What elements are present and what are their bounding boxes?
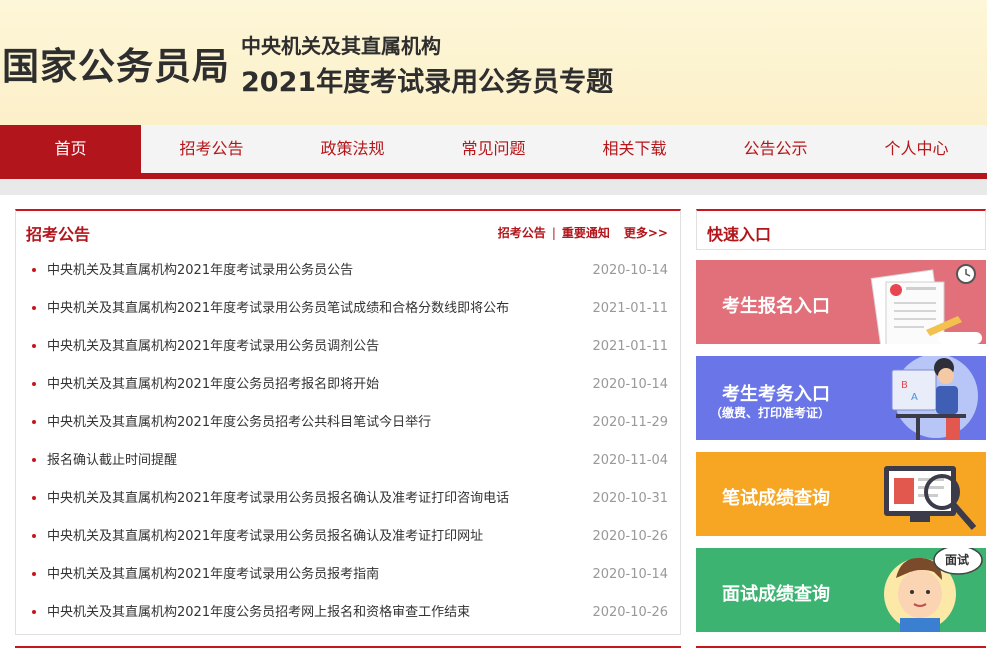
exam-affairs-entry-card[interactable]: 考生考务入口 （缴费、打印准考证） B A (696, 356, 986, 440)
link-separator: | (551, 226, 556, 240)
score-search-icon (884, 466, 977, 530)
bullet-icon (32, 534, 36, 538)
nav-personal-center[interactable]: 个人中心 (846, 125, 987, 173)
bullet-icon (32, 382, 36, 386)
quick-entry-panel: 快速入口 (696, 209, 986, 250)
svg-text:B: B (901, 380, 908, 391)
link-recruitment-notices[interactable]: 招考公告 (498, 226, 546, 240)
next-panel-border (15, 646, 681, 648)
notice-list: 中央机关及其直属机构2021年度考试录用公务员公告 2020-10-14 中央机关… (16, 252, 680, 632)
notice-item[interactable]: 中央机关及其直属机构2021年度考试录用公务员报名确认及准考证打印咨询电话 202… (16, 480, 680, 518)
bullet-icon (32, 610, 36, 614)
bullet-icon (32, 306, 36, 310)
notice-title[interactable]: 中央机关及其直属机构2021年度考试录用公务员公告 (47, 252, 353, 290)
nav-announcements[interactable]: 公告公示 (705, 125, 846, 173)
quick-entry-title: 快速入口 (707, 225, 772, 244)
student-at-computer-icon: B A (891, 356, 978, 440)
notice-item[interactable]: 中央机关及其直属机构2021年度考试录用公务员公告 2020-10-14 (16, 252, 680, 290)
notice-item[interactable]: 中央机关及其直属机构2021年度考试录用公务员报考指南 2020-10-14 (16, 556, 680, 594)
notice-date: 2020-11-04 (592, 453, 668, 468)
document-illustration-icon (870, 264, 982, 344)
interview-score-entry-card[interactable]: 面试成绩查询 面试 (696, 548, 986, 632)
bullet-icon (32, 572, 36, 576)
notice-item[interactable]: 中央机关及其直属机构2021年度公务员招考报名即将开始 2020-10-14 (16, 366, 680, 404)
notice-title[interactable]: 中央机关及其直属机构2021年度考试录用公务员报名确认及准考证打印咨询电话 (47, 480, 509, 518)
notice-panel-title: 招考公告 (26, 225, 91, 244)
bullet-icon (32, 268, 36, 272)
bullet-icon (32, 496, 36, 500)
interviewee-avatar-icon (884, 548, 983, 632)
registration-entry-card[interactable]: 考生报名入口 (696, 260, 986, 344)
notice-date: 2020-10-26 (592, 529, 668, 544)
svg-text:A: A (911, 392, 918, 403)
nav-recruitment-notices[interactable]: 招考公告 (141, 125, 282, 173)
bullet-icon (32, 344, 36, 348)
notice-panel: 招考公告 招考公告 | 重要通知 更多>> 中央机关及其直属机构2021年度考试录用公… (15, 209, 681, 635)
notice-item[interactable]: 中央机关及其直属机构2021年度考试录用公务员调剂公告 2021-01-11 (16, 328, 680, 366)
notice-date: 2021-01-11 (592, 301, 668, 316)
notice-title[interactable]: 中央机关及其直属机构2021年度考试录用公务员调剂公告 (47, 328, 379, 366)
notice-item[interactable]: 中央机关及其直属机构2021年度考试录用公务员笔试成绩和合格分数线即将公布 202… (16, 290, 680, 328)
nav-policies[interactable]: 政策法规 (282, 125, 423, 173)
notice-item[interactable]: 报名确认截止时间提醒 2020-11-04 (16, 442, 680, 480)
notice-title[interactable]: 中央机关及其直属机构2021年度公务员招考公共科目笔试今日举行 (47, 404, 431, 442)
main-nav: 首页 招考公告 政策法规 常见问题 相关下载 公告公示 个人中心 (0, 125, 987, 173)
site-header: 国家公务员局 中央机关及其直属机构 2021年度考试录用公务员专题 (0, 0, 987, 125)
notice-item[interactable]: 中央机关及其直属机构2021年度公务员招考公共科目笔试今日举行 2020-11-2… (16, 404, 680, 442)
notice-item[interactable]: 中央机关及其直属机构2021年度公务员招考网上报名和资格审查工作结束 2020-1… (16, 594, 680, 632)
notice-date: 2020-10-26 (592, 605, 668, 620)
more-link[interactable]: 更多>> (624, 226, 668, 240)
bullet-icon (32, 420, 36, 424)
next-quick-panel-border (696, 646, 986, 648)
written-score-entry-card[interactable]: 笔试成绩查询 (696, 452, 986, 536)
divider-band (0, 179, 987, 195)
nav-faq[interactable]: 常见问题 (423, 125, 564, 173)
notice-title[interactable]: 中央机关及其直属机构2021年度公务员招考网上报名和资格审查工作结束 (47, 594, 470, 632)
notice-date: 2021-01-11 (592, 339, 668, 354)
notice-date: 2020-10-14 (592, 377, 668, 392)
nav-downloads[interactable]: 相关下载 (564, 125, 705, 173)
notice-date: 2020-10-14 (592, 263, 668, 278)
interview-bubble-text: 面试 (945, 553, 970, 567)
bullet-icon (32, 458, 36, 462)
notice-title[interactable]: 中央机关及其直属机构2021年度考试录用公务员报名确认及准考证打印网址 (47, 518, 483, 556)
notice-title[interactable]: 报名确认截止时间提醒 (47, 442, 177, 480)
notice-item[interactable]: 中央机关及其直属机构2021年度考试录用公务员报名确认及准考证打印网址 2020-… (16, 518, 680, 556)
nav-home[interactable]: 首页 (0, 125, 141, 173)
notice-date: 2020-10-31 (592, 491, 668, 506)
notice-title[interactable]: 中央机关及其直属机构2021年度公务员招考报名即将开始 (47, 366, 379, 404)
header-subtitle: 中央机关及其直属机构 (241, 34, 441, 58)
site-logo[interactable]: 国家公务员局 (2, 36, 230, 90)
header-title: 2021年度考试录用公务员专题 (241, 67, 614, 98)
notice-title[interactable]: 中央机关及其直属机构2021年度考试录用公务员笔试成绩和合格分数线即将公布 (47, 290, 509, 328)
notice-date: 2020-11-29 (592, 415, 668, 430)
notice-title[interactable]: 中央机关及其直属机构2021年度考试录用公务员报考指南 (47, 556, 379, 594)
notice-panel-links: 招考公告 | 重要通知 更多>> (498, 224, 668, 241)
link-important-notices[interactable]: 重要通知 (562, 226, 610, 240)
notice-date: 2020-10-14 (592, 567, 668, 582)
